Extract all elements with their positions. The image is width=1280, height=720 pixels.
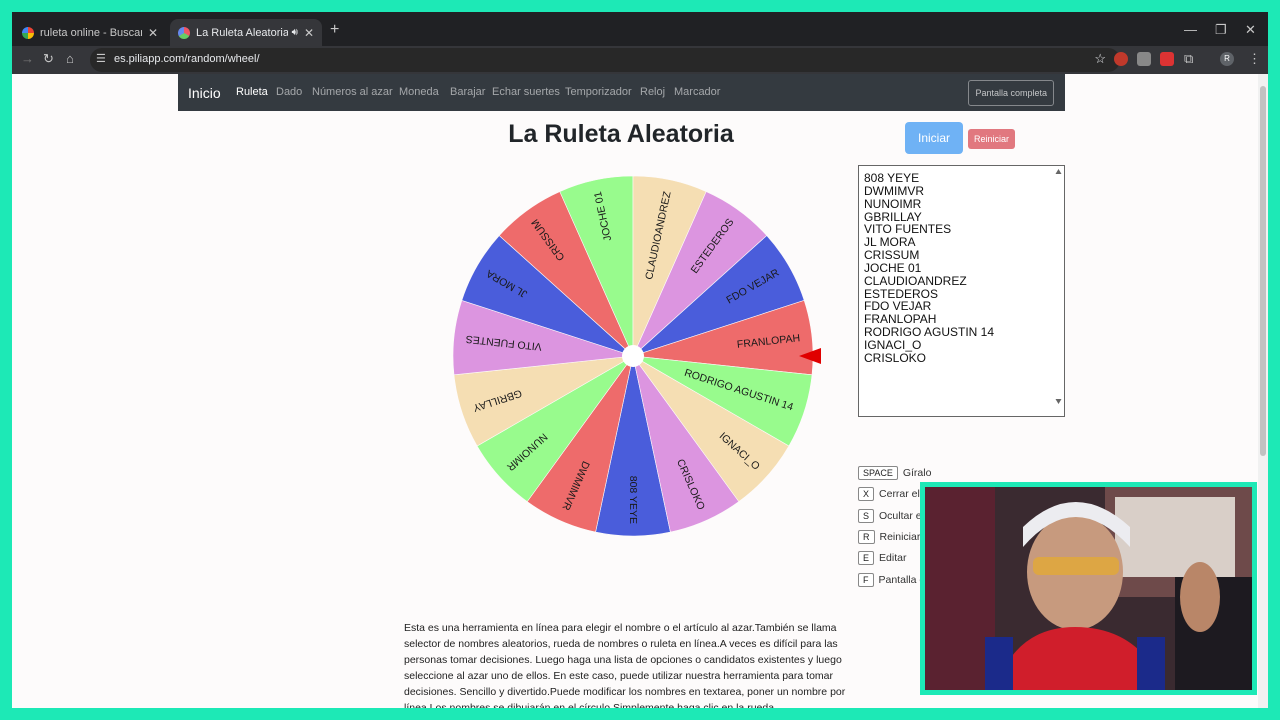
site-info-icon[interactable]: ☰	[96, 52, 106, 65]
reload-icon[interactable]: ↻	[43, 51, 54, 67]
url-text: es.piliapp.com/random/wheel/	[114, 53, 260, 65]
extension-red-icon[interactable]	[1114, 52, 1128, 66]
shortcut-row: R Reiniciar	[858, 529, 921, 544]
nav-link-reloj[interactable]: Reloj	[640, 86, 665, 98]
nav-link-echar-suertes[interactable]: Echar suertes	[492, 86, 560, 98]
shortcut-row: X Cerrar el b	[858, 487, 929, 502]
extension-gray-icon[interactable]	[1137, 52, 1151, 66]
shortcut-label: Gíralo	[902, 467, 932, 479]
page-scrollbar[interactable]	[1258, 74, 1268, 708]
shortcut-key: R	[858, 529, 875, 544]
shortcut-row: E Editar	[858, 551, 907, 566]
shortcut-row: SPACE Gíralo	[858, 466, 931, 480]
shortcut-row: S Ocultar el	[858, 508, 924, 523]
shortcut-key: S	[858, 508, 875, 523]
description-text: Esta es una herramienta en línea para el…	[404, 622, 846, 708]
names-line: 808 YEYE	[864, 171, 920, 185]
nav-link-ruleta[interactable]: Ruleta	[236, 86, 268, 98]
fullscreen-button[interactable]: Pantalla completa	[968, 80, 1054, 106]
close-tab-icon[interactable]: ✕	[304, 26, 314, 40]
shortcut-key: E	[858, 551, 875, 566]
nav-brand[interactable]: Inicio	[188, 85, 221, 101]
profile-avatar[interactable]: R	[1220, 52, 1234, 66]
browser-toolbar: → ↻ ⌂ ☰ es.piliapp.com/random/wheel/ ☆ ⧉…	[12, 46, 1268, 74]
wheel-center-hub	[622, 345, 644, 367]
address-bar[interactable]: ☰ es.piliapp.com/random/wheel/ ☆	[90, 48, 1120, 72]
nav-link-numeros[interactable]: Números al azar	[312, 86, 393, 98]
shortcut-label: Editar	[879, 552, 907, 565]
webcam-overlay	[920, 482, 1257, 695]
menu-dots-icon[interactable]: ⋮	[1248, 51, 1261, 67]
names-line: JOCHE 01	[864, 260, 922, 275]
tab-strip: ruleta online - Buscar con Google ✕ La R…	[12, 12, 1268, 46]
reset-button[interactable]: Reiniciar	[968, 129, 1015, 149]
extension-pdf-icon[interactable]	[1160, 52, 1174, 66]
tab-title: La Ruleta Aleatoria	[196, 26, 288, 39]
tab-ruleta[interactable]: La Ruleta Aleatoria 🔊︎ ✕	[170, 19, 322, 46]
nav-link-barajar[interactable]: Barajar	[450, 86, 485, 98]
shortcut-row: F Pantalla c	[858, 572, 925, 587]
shortcut-label: Reiniciar	[879, 530, 921, 543]
page-title: La Ruleta Aleatoria	[508, 120, 734, 148]
bookmark-star-icon[interactable]: ☆	[1094, 51, 1106, 67]
extensions-puzzle-icon[interactable]: ⧉	[1184, 51, 1193, 67]
names-line: CLAUDIOANDREZ	[864, 273, 967, 288]
textarea-scrollbar[interactable]	[1054, 167, 1063, 415]
speaker-icon[interactable]: 🔊︎	[292, 27, 298, 38]
site-navbar: Inicio Ruleta Dado Números al azar Moned…	[178, 74, 1065, 111]
piliapp-favicon-icon	[178, 26, 190, 39]
nav-link-temporizador[interactable]: Temporizador	[565, 86, 632, 98]
scrollbar-thumb[interactable]	[1260, 86, 1266, 456]
names-textarea[interactable]: 808 YEYE DWMIMVR NUNOIMR GBRILLAY VITO FUENT…	[858, 165, 1065, 417]
wheel-segment-label: 808 YEYE	[627, 476, 639, 524]
nav-link-dado[interactable]: Dado	[276, 86, 302, 98]
names-line: IGNACI_O	[864, 337, 922, 352]
new-tab-icon[interactable]: +	[330, 21, 339, 39]
names-line: CRISLOKO	[864, 350, 927, 365]
names-line: DWMIMVR	[864, 183, 924, 198]
roulette-wheel[interactable]: 808 YEYEDWMIMVRNUNOIMRGBRILLAYVITO FUENT…	[438, 170, 828, 550]
shortcut-key: SPACE	[858, 466, 898, 480]
shortcut-label: Ocultar el	[879, 509, 924, 522]
back-icon[interactable]: →	[21, 51, 34, 66]
shortcut-key: X	[858, 487, 875, 502]
shortcut-key: F	[858, 572, 874, 587]
names-line: NUNOIMR	[864, 196, 922, 211]
nav-link-marcador[interactable]: Marcador	[674, 86, 720, 98]
close-tab-icon[interactable]: ✕	[148, 26, 158, 40]
minimize-icon[interactable]: —	[1184, 22, 1197, 37]
webcam-video-frame	[925, 487, 1252, 690]
start-button[interactable]: Iniciar	[905, 122, 963, 154]
restore-icon[interactable]: ❐	[1215, 22, 1227, 38]
shortcut-label: Pantalla c	[878, 573, 925, 586]
nav-link-moneda[interactable]: Moneda	[399, 86, 439, 98]
close-window-icon[interactable]: ✕	[1245, 22, 1256, 38]
google-favicon-icon	[22, 26, 34, 39]
tab-title: ruleta online - Buscar con Google	[40, 26, 142, 39]
tab-google-search[interactable]: ruleta online - Buscar con Google ✕	[14, 19, 166, 46]
names-line: CRISSUM	[864, 248, 920, 263]
home-icon[interactable]: ⌂	[66, 51, 74, 66]
